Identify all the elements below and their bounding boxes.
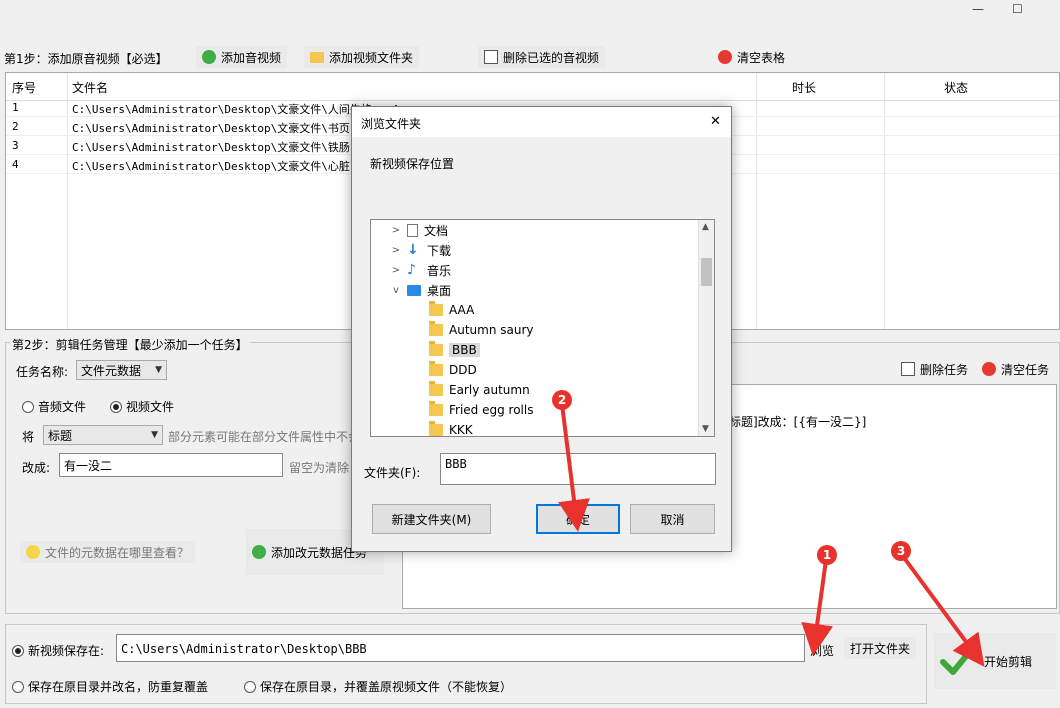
delete-task-button[interactable]: 删除任务 [895, 358, 974, 380]
marker-3: 3 [891, 541, 911, 561]
tree-item-folder[interactable]: DDD [429, 360, 477, 380]
folder-label: 文件夹(F): [364, 466, 421, 480]
plus-circle-icon [252, 545, 266, 559]
step2-label: 第2步：剪辑任务管理【最少添加一个任务】 [10, 336, 250, 353]
desktop-icon [407, 284, 421, 296]
col-index: 序号 [12, 81, 37, 95]
col-status: 状态 [944, 81, 969, 95]
delete-list-icon [484, 50, 498, 64]
field-hint: 部分元素可能在部分文件属性中不会 [168, 430, 361, 444]
tree-item-downloads[interactable]: > ↓ 下载 [391, 240, 451, 260]
ok-button[interactable]: 确定 [536, 504, 620, 534]
tree-item-folder[interactable]: Early autumn [429, 380, 530, 400]
folder-name-input[interactable]: BBB [440, 453, 716, 485]
chevron-down-icon: ▼ [155, 365, 162, 375]
folder-add-icon [310, 51, 324, 63]
marker-2: 2 [552, 390, 572, 410]
change-to-label: 改成: [22, 461, 51, 475]
clear-x-icon [718, 50, 732, 64]
scroll-thumb[interactable] [701, 258, 712, 286]
clear-tasks-button[interactable]: 清空任务 [976, 358, 1055, 380]
folder-tree[interactable]: > 文档 > ↓ 下载 > ♪ 音乐 v 桌面 AAA Autumn saury… [370, 219, 715, 437]
tree-item-folder[interactable]: KKK [429, 420, 473, 436]
marker-1: 1 [817, 545, 837, 565]
folder-icon [429, 401, 443, 416]
chevron-up-icon[interactable]: ▲ [702, 222, 709, 232]
add-video-folder-button[interactable]: 添加视频文件夹 [304, 46, 420, 68]
tree-item-desktop[interactable]: v 桌面 [391, 280, 451, 300]
dialog-description: 新视频保存位置 [370, 157, 455, 171]
document-icon [407, 223, 418, 237]
minimize-button[interactable]: — [972, 2, 984, 16]
start-edit-button[interactable]: 开始剪辑 [934, 633, 1056, 689]
table-header: 序号 文件名 时长 状态 [6, 73, 1059, 101]
tree-scrollbar[interactable]: ▲ ▼ [698, 220, 714, 436]
clear-x-icon [982, 362, 996, 376]
change-hint: 留空为清除 [289, 461, 350, 475]
music-note-icon: ♪ [407, 262, 416, 278]
metadata-field-select[interactable]: 标题 ▼ [43, 425, 163, 445]
download-arrow-icon: ↓ [407, 242, 419, 258]
delete-selected-button[interactable]: 删除已选的音视频 [478, 46, 606, 68]
task-line: 标题]改成：[{有一没二}] [729, 415, 867, 429]
task-name-label: 任务名称: [16, 365, 69, 379]
metadata-help-button[interactable]: 文件的元数据在哪里查看？ [20, 541, 196, 563]
tree-item-music[interactable]: > ♪ 音乐 [391, 260, 451, 280]
browse-button[interactable]: 浏览 [810, 642, 834, 659]
browse-folder-dialog[interactable]: 浏览文件夹 ✕ 新视频保存位置 > 文档 > ↓ 下载 > ♪ 音乐 v 桌面 … [351, 106, 732, 552]
save-path-input[interactable]: C:\Users\Administrator\Desktop\BBB [116, 634, 805, 662]
tree-item-folder[interactable]: Fried egg rolls [429, 400, 533, 420]
plus-circle-icon [202, 50, 216, 64]
tree-item-folder[interactable]: AAA [429, 300, 474, 320]
folder-icon [429, 301, 443, 316]
add-av-button[interactable]: 添加音视频 [196, 46, 288, 68]
maximize-button[interactable]: ☐ [1012, 2, 1023, 16]
chevron-right-icon: > [391, 264, 401, 276]
folder-icon [429, 321, 443, 336]
task-name-select[interactable]: 文件元数据 ▼ [76, 360, 167, 380]
folder-icon [429, 361, 443, 376]
jiang-label: 将 [22, 430, 35, 444]
change-value-input[interactable]: 有一没二 [59, 453, 283, 477]
close-icon[interactable]: ✕ [710, 114, 721, 129]
clear-table-button[interactable]: 清空表格 [712, 46, 791, 68]
folder-icon [429, 421, 443, 436]
video-file-radio[interactable]: 视频文件 [110, 398, 174, 415]
tree-item-documents[interactable]: > 文档 [391, 220, 448, 240]
open-folder-button[interactable]: 打开文件夹 [844, 637, 917, 659]
step1-label: 第1步：添加原音视频【必选】 [4, 52, 168, 66]
save-new-radio[interactable]: 新视频保存在: [12, 642, 104, 659]
chevron-down-icon: ▼ [151, 430, 158, 440]
tree-item-folder-selected[interactable]: BBB [429, 340, 480, 360]
chevron-right-icon: > [391, 224, 401, 236]
checkmark-icon [940, 647, 974, 675]
delete-list-icon [901, 362, 915, 376]
lightbulb-icon [26, 545, 40, 559]
audio-file-radio[interactable]: 音频文件 [22, 398, 86, 415]
col-duration: 时长 [792, 81, 817, 95]
cancel-button[interactable]: 取消 [630, 504, 715, 534]
chevron-down-icon[interactable]: ▼ [702, 424, 709, 434]
chevron-right-icon: > [391, 244, 401, 256]
chevron-down-icon: v [393, 284, 399, 296]
tree-item-folder[interactable]: Autumn saury [429, 320, 533, 340]
folder-icon [429, 381, 443, 396]
dialog-titlebar[interactable]: 浏览文件夹 ✕ [352, 107, 731, 137]
save-overwrite-radio[interactable]: 保存在原目录，并覆盖原视频文件（不能恢复） [244, 678, 512, 695]
col-filename: 文件名 [72, 81, 109, 95]
dialog-title: 浏览文件夹 [361, 117, 422, 131]
folder-icon [429, 341, 443, 356]
new-folder-button[interactable]: 新建文件夹(M) [372, 504, 491, 534]
save-rename-radio[interactable]: 保存在原目录并改名，防重复覆盖 [12, 678, 208, 695]
